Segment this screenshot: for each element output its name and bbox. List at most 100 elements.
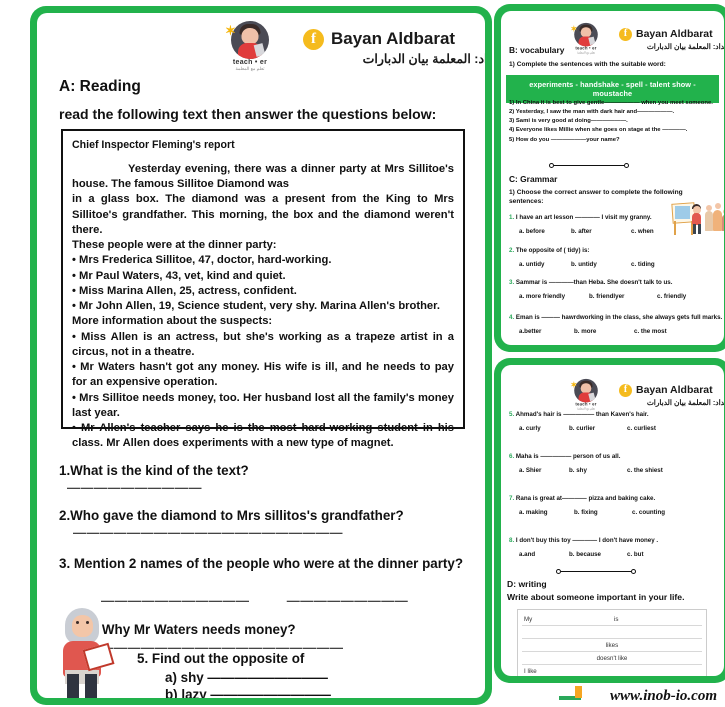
writing-line[interactable]: likes xyxy=(522,639,702,652)
worksheet-page: ✶ teach • er تعلم مع المعلمة f Bayan Ald… xyxy=(0,0,725,707)
grammar-q6-text: Maha is ————— person of us all. xyxy=(515,453,621,460)
art-lesson-clipart-icon xyxy=(666,201,706,237)
grammar-q2-num: 2. xyxy=(509,247,515,254)
question-5a[interactable]: a) shy ————————— xyxy=(137,670,485,685)
vocabulary-grammar-panel: ✶ teach • er تعلم مع المعلمة f Bayan Ald… xyxy=(494,4,725,352)
grammar-q5-option-a[interactable]: a. curly xyxy=(519,425,569,432)
grammar-q6-option-b[interactable]: b. shy xyxy=(569,467,627,474)
vocab-item[interactable]: 4) Everyone likes Millie when she goes o… xyxy=(509,126,721,135)
logo-brand-subtext: تعلم مع المعلمة xyxy=(576,406,596,410)
section-divider xyxy=(556,569,636,574)
passage-suspect: • Miss Allen is an actress, but she's wo… xyxy=(72,330,454,358)
answer-line[interactable]: ————————— xyxy=(287,593,409,608)
logo-brand-subtext: تعلم مع المعلمة xyxy=(235,66,265,71)
teacher-logo: ✶ teach • er تعلم مع المعلمة xyxy=(223,21,277,73)
grammar-q4-option-a[interactable]: a.better xyxy=(519,328,574,335)
facebook-icon: f xyxy=(303,28,324,50)
question-5: 5. Find out the opposite of a) shy —————… xyxy=(137,651,485,698)
grammar-q7-option-c[interactable]: c. counting xyxy=(632,509,665,516)
sparkle-icon: ✶ xyxy=(570,380,578,390)
grammar-q5-option-b[interactable]: b. curlier xyxy=(569,425,627,432)
writing-line-left: My xyxy=(524,615,533,623)
grammar-q2-option-c[interactable]: c. tiding xyxy=(631,261,655,268)
writing-line[interactable]: doesn't like xyxy=(522,652,702,665)
grammar-q3-option-c[interactable]: c. friendly xyxy=(657,293,686,300)
grammar-q6-option-c[interactable]: c. the shiest xyxy=(627,467,663,474)
grammar-q5-option-c[interactable]: c. curliest xyxy=(627,425,656,432)
watermark-logo-icon xyxy=(559,686,589,703)
grammar-question-2: 2. The opposite of ( tidy) is: a. untidy… xyxy=(509,247,719,268)
logo-brand-subtext: تعلم مع المعلمة xyxy=(576,50,596,54)
reading-passage-box: Chief Inspector Fleming's report Yesterd… xyxy=(61,129,465,449)
grammar-q4-option-b[interactable]: b. more xyxy=(574,328,634,335)
vocab-item[interactable]: 5) How do you ——————your name? xyxy=(509,136,721,145)
section-b-label: B: vocabulary xyxy=(509,45,565,55)
grammar-question-6: 6. Maha is ————— person of us all. a. Sh… xyxy=(509,453,724,474)
passage-suspect: • Mr Waters hasn't got any money. His wi… xyxy=(72,361,454,389)
family-clipart-icon xyxy=(704,199,724,239)
grammar-q5-text: Ahmad's hair is ————— than Kaven's hair. xyxy=(515,411,649,418)
grammar-q7-option-b[interactable]: b. fixing xyxy=(574,509,632,516)
vocab-item[interactable]: 1) In China it is best to give gentle———… xyxy=(509,99,721,108)
grammar-q2-option-b[interactable]: b. untidy xyxy=(571,261,631,268)
question-5b[interactable]: b) lazy ————————— xyxy=(137,687,485,698)
vocab-item[interactable]: 2) Yesterday, I saw the man with dark ha… xyxy=(509,108,721,117)
student-clipart-icon xyxy=(55,608,117,698)
writing-answer-box[interactable]: My is likes doesn't like I like xyxy=(517,609,707,676)
vocab-item[interactable]: 3) Sami is very good at doing——————. xyxy=(509,117,721,126)
teacher-arabic-credit: إعداد: المعلمة بيان الدبارات xyxy=(646,397,724,407)
grammar-q7-text: Rana is great at———— pizza and baking ca… xyxy=(515,495,656,502)
grammar-q4-num: 4. xyxy=(509,314,515,321)
answer-line[interactable]: ——————————— xyxy=(101,593,250,608)
panel-header: ✶ teach • er تعلم مع المعلمة f Bayan Ald… xyxy=(223,21,485,73)
grammar-q8-option-c[interactable]: c. but xyxy=(627,551,644,558)
avatar-face xyxy=(241,28,259,44)
question-4-text: 4. Why Mr Waters needs money? xyxy=(87,622,296,637)
grammar-q7-num: 7. xyxy=(509,495,515,502)
grammar-q6-option-a[interactable]: a. Shier xyxy=(519,467,569,474)
answer-line[interactable]: ———————————————————— xyxy=(73,525,343,540)
teacher-logo: ✶ teach • er تعلم مع المعلمة xyxy=(569,378,602,411)
grammar-q2-text: The opposite of ( tidy) is: xyxy=(515,247,590,254)
writing-line[interactable]: My is xyxy=(522,613,702,626)
panel-header: ✶ teach • er تعلم مع المعلمة f Bayan Ald… xyxy=(559,13,724,65)
grammar-q8-option-a[interactable]: a.and xyxy=(519,551,569,558)
writing-instruction: Write about someone important in your li… xyxy=(507,592,685,602)
reading-instruction: read the following text then answer the … xyxy=(59,106,437,122)
grammar-q1-option-c[interactable]: c. when xyxy=(631,228,654,235)
grammar-q3-text: Sammar is ————than Heba. She doesn't tal… xyxy=(515,279,673,286)
grammar-q7-option-a[interactable]: a. making xyxy=(519,509,574,516)
vocabulary-panel-inner: ✶ teach • er تعلم مع المعلمة f Bayan Ald… xyxy=(501,11,724,345)
grammar-q8-option-b[interactable]: b. because xyxy=(569,551,627,558)
grammar-q1-num: 1. xyxy=(509,214,515,221)
grammar-q1-option-a[interactable]: a. before xyxy=(519,228,571,235)
grammar-question-8: 8. I don't buy this toy ———— I don't hav… xyxy=(509,537,724,558)
passage-list-intro: These people were at the dinner party: xyxy=(72,239,277,252)
question-2: 2.Who gave the diamond to Mrs sillitos's… xyxy=(59,508,479,540)
vocabulary-items: 1) In China it is best to give gentle———… xyxy=(509,99,721,145)
question-3: 3. Mention 2 names of the people who wer… xyxy=(59,556,479,608)
grammar-q8-num: 8. xyxy=(509,537,515,544)
writing-line[interactable] xyxy=(522,626,702,639)
grammar-question-5: 5. Ahmad's hair is ————— than Kaven's ha… xyxy=(509,411,724,432)
grammar-q6-num: 6. xyxy=(509,453,515,460)
grammar-q3-option-a[interactable]: a. more friendly xyxy=(519,293,589,300)
grammar-q8-text: I don't buy this toy ———— I don't have m… xyxy=(515,537,659,544)
writing-line[interactable]: I like xyxy=(522,665,702,676)
grammar-q2-option-a[interactable]: a. untidy xyxy=(519,261,571,268)
grammar-q1-option-b[interactable]: b. after xyxy=(571,228,631,235)
writing-line-center: doesn't like xyxy=(596,654,628,662)
teacher-avatar-icon xyxy=(574,22,598,47)
passage-suspect: • Mrs Sillitoe needs money, too. Her hus… xyxy=(72,391,454,419)
teacher-arabic-wrap: إعداد: المعلمة بيان الدبارات xyxy=(303,50,485,66)
teacher-arabic-credit: إعداد: المعلمة بيان الدبارات xyxy=(646,41,724,51)
section-d-label: D: writing xyxy=(507,579,547,589)
reading-panel: ✶ teach • er تعلم مع المعلمة f Bayan Ald… xyxy=(30,6,492,705)
grammar-q3-option-b[interactable]: b. friendlyer xyxy=(589,293,657,300)
writing-panel-inner: ✶ teach • er تعلم مع المعلمة f Bayan Ald… xyxy=(501,365,724,676)
section-c-label: C: Grammar xyxy=(509,174,558,184)
grammar-q4-option-c[interactable]: c. the most xyxy=(634,328,667,335)
writing-line-center: is xyxy=(614,615,619,623)
answer-line[interactable]: —————————— xyxy=(67,480,202,495)
facebook-icon: f xyxy=(619,27,632,41)
